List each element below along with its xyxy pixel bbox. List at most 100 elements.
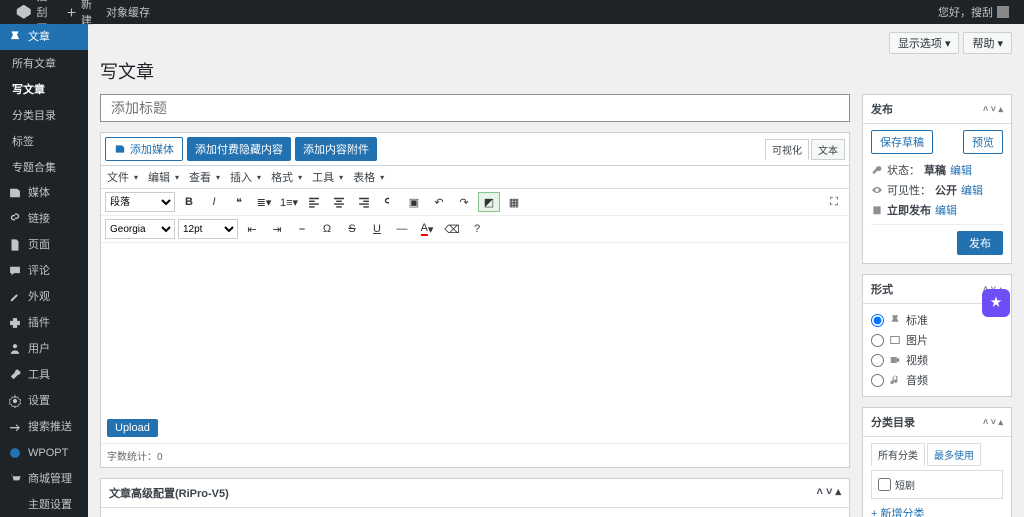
adminbar-cache[interactable]: 对象缓存 bbox=[99, 0, 157, 24]
post-title-input[interactable] bbox=[100, 94, 850, 122]
format-video-radio[interactable] bbox=[871, 354, 884, 367]
menu-settings[interactable]: 设置 bbox=[0, 388, 88, 414]
link-button[interactable] bbox=[378, 192, 400, 212]
upload-button[interactable]: Upload bbox=[107, 419, 158, 437]
strike-button[interactable]: S bbox=[341, 219, 363, 239]
toolbar-toggle-button[interactable]: ▦ bbox=[503, 192, 525, 212]
help-button[interactable]: 帮助 ▾ bbox=[963, 32, 1012, 54]
publish-box-heading[interactable]: 发布˄ ˅ ▴ bbox=[863, 95, 1011, 124]
video-icon bbox=[889, 354, 901, 366]
submenu-add-post[interactable]: 写文章 bbox=[0, 76, 88, 102]
clear-format-button[interactable]: ⌫ bbox=[441, 219, 463, 239]
pagebreak-button[interactable]: ⎯ bbox=[291, 219, 313, 239]
menu-comments[interactable]: 评论 bbox=[0, 258, 88, 284]
cart-icon bbox=[8, 472, 22, 486]
font-size-select[interactable]: 12pt bbox=[178, 219, 238, 239]
menu-posts[interactable]: 文章 bbox=[0, 24, 88, 50]
charmap-button[interactable]: Ω bbox=[316, 219, 338, 239]
fullscreen-button[interactable]: ⛶ bbox=[823, 192, 845, 212]
edit-schedule-link[interactable]: 编辑 bbox=[935, 202, 957, 218]
publish-button[interactable]: 发布 bbox=[957, 231, 1003, 255]
ol-button[interactable]: 1≡▾ bbox=[278, 192, 300, 212]
align-center-button[interactable] bbox=[328, 192, 350, 212]
add-category-link[interactable]: + 新增分类 bbox=[871, 508, 924, 517]
quote-button[interactable]: ❝ bbox=[228, 192, 250, 212]
user-icon bbox=[8, 342, 22, 356]
tab-text[interactable]: 文本 bbox=[811, 139, 845, 160]
help-toolbar-button[interactable]: ? bbox=[466, 219, 488, 239]
menu-theme-settings[interactable]: 主题设置 bbox=[0, 492, 88, 517]
image-icon bbox=[889, 334, 901, 346]
cat-tab-all[interactable]: 所有分类 bbox=[871, 443, 925, 466]
menu-media[interactable]: 媒体 bbox=[0, 180, 88, 206]
categories-box-heading[interactable]: 分类目录˄ ˅ ▴ bbox=[863, 408, 1011, 437]
cat-item[interactable]: 短剧 bbox=[878, 477, 996, 492]
add-attachment-button[interactable]: 添加内容附件 bbox=[295, 137, 377, 161]
menu-insert[interactable]: 插入 bbox=[230, 169, 261, 185]
font-family-select[interactable]: Georgia bbox=[105, 219, 175, 239]
menu-plugins[interactable]: 插件 bbox=[0, 310, 88, 336]
ul-button[interactable]: ≣▾ bbox=[253, 192, 275, 212]
special-button[interactable]: ◩ bbox=[478, 192, 500, 212]
editor-body[interactable] bbox=[101, 243, 849, 413]
undo-button[interactable]: ↶ bbox=[428, 192, 450, 212]
avatar bbox=[997, 6, 1009, 18]
menu-seo-push[interactable]: 搜索推送 bbox=[0, 414, 88, 440]
page-title: 写文章 bbox=[100, 58, 1012, 84]
adminbar-new[interactable]: 新建 bbox=[59, 0, 99, 24]
ripro-seo-section: 自定义SEO信息 bbox=[101, 508, 849, 517]
hr-button[interactable]: — bbox=[391, 219, 413, 239]
audio-icon bbox=[889, 374, 901, 386]
save-draft-button[interactable]: 保存草稿 bbox=[871, 130, 933, 154]
submenu-categories[interactable]: 分类目录 bbox=[0, 102, 88, 128]
preview-button[interactable]: 预览 bbox=[963, 130, 1003, 154]
adminbar-account[interactable]: 您好，搜刮 bbox=[931, 0, 1016, 24]
align-left-button[interactable] bbox=[303, 192, 325, 212]
menu-table[interactable]: 表格 bbox=[353, 169, 384, 185]
menu-tools[interactable]: 工具 bbox=[312, 169, 343, 185]
submenu-all-posts[interactable]: 所有文章 bbox=[0, 50, 88, 76]
menu-mall[interactable]: 商城管理 bbox=[0, 466, 88, 492]
outdent-button[interactable]: ⇤ bbox=[241, 219, 263, 239]
format-audio-radio[interactable] bbox=[871, 374, 884, 387]
adminbar-site[interactable]: 搜刮网 bbox=[8, 0, 59, 24]
menu-appearance[interactable]: 外观 bbox=[0, 284, 88, 310]
add-media-button[interactable]: 添加媒体 bbox=[105, 137, 183, 161]
underline-button[interactable]: U bbox=[366, 219, 388, 239]
brush-icon bbox=[8, 290, 22, 304]
menu-format[interactable]: 格式 bbox=[271, 169, 302, 185]
screen-options-button[interactable]: 显示选项 ▾ bbox=[889, 32, 960, 54]
pin-icon bbox=[889, 314, 901, 326]
wpopt-icon bbox=[8, 446, 22, 460]
bold-button[interactable]: B bbox=[178, 192, 200, 212]
menu-edit[interactable]: 编辑 bbox=[148, 169, 179, 185]
submenu-topics[interactable]: 专题合集 bbox=[0, 154, 88, 180]
menu-wpopt[interactable]: WPOPT bbox=[0, 440, 88, 466]
menu-links[interactable]: 链接 bbox=[0, 206, 88, 232]
indent-button[interactable]: ⇥ bbox=[266, 219, 288, 239]
edit-status-link[interactable]: 编辑 bbox=[950, 162, 972, 178]
tab-visual[interactable]: 可视化 bbox=[765, 139, 809, 160]
menu-tools[interactable]: 工具 bbox=[0, 362, 88, 388]
comment-icon bbox=[8, 264, 22, 278]
add-paid-content-button[interactable]: 添加付费隐藏内容 bbox=[187, 137, 291, 161]
menu-users[interactable]: 用户 bbox=[0, 336, 88, 362]
menu-view[interactable]: 查看 bbox=[189, 169, 220, 185]
italic-button[interactable]: I bbox=[203, 192, 225, 212]
format-image-radio[interactable] bbox=[871, 334, 884, 347]
submenu-tags[interactable]: 标签 bbox=[0, 128, 88, 154]
format-standard-radio[interactable] bbox=[871, 314, 884, 327]
align-right-button[interactable] bbox=[353, 192, 375, 212]
assistant-fab[interactable] bbox=[982, 289, 1010, 317]
menu-file[interactable]: 文件 bbox=[107, 169, 138, 185]
calendar-icon bbox=[871, 204, 883, 216]
paragraph-select[interactable]: 段落 bbox=[105, 192, 175, 212]
redo-button[interactable]: ↷ bbox=[453, 192, 475, 212]
edit-visibility-link[interactable]: 编辑 bbox=[961, 182, 983, 198]
menu-pages[interactable]: 页面 bbox=[0, 232, 88, 258]
cat-tab-popular[interactable]: 最多使用 bbox=[927, 443, 981, 466]
plugin-icon bbox=[8, 316, 22, 330]
text-color-button[interactable]: A▾ bbox=[416, 219, 438, 239]
ripro-heading[interactable]: 文章高级配置(RiPro-V5)˄ ˅ ▴ bbox=[101, 479, 849, 508]
image-button[interactable]: ▣ bbox=[403, 192, 425, 212]
